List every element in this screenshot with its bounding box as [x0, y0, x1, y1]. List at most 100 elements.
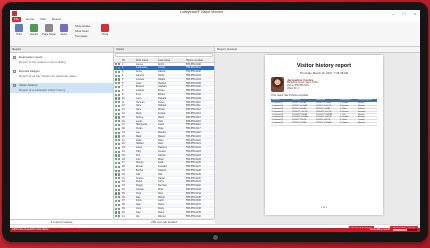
option-show-header[interactable]: Show header: [75, 25, 90, 28]
visitor-grid-pane: Visitor ID First name Last name Phone nu…: [114, 47, 215, 219]
badge-icon: [118, 63, 121, 66]
status-left: Click here to search more items: [12, 228, 49, 231]
badge-icon: [118, 124, 121, 127]
cell: Ida: [136, 214, 140, 218]
badge-icon: [118, 200, 121, 203]
status-icon: [115, 169, 118, 172]
close-preview-button[interactable]: Close: [98, 24, 112, 42]
column-first-name[interactable]: First name: [136, 59, 148, 62]
visitor-detail: Marketing Group, Sales, Office: [287, 82, 319, 84]
report-checkbox[interactable]: [13, 84, 16, 87]
badge-icon: [118, 169, 121, 172]
zoom-button[interactable]: Zoom: [57, 24, 71, 42]
column-phone[interactable]: Phone number: [186, 59, 203, 62]
status-icon: [115, 97, 118, 100]
export-button[interactable]: Export: [27, 24, 41, 42]
maximize-icon[interactable]: □: [399, 10, 409, 17]
report-checkbox[interactable]: [13, 56, 16, 59]
zoom-icon: [60, 24, 68, 32]
badge-icon: [118, 112, 121, 115]
badge-icon: [118, 203, 121, 207]
close-icon[interactable]: ×: [410, 10, 420, 17]
status-icon: [115, 162, 118, 165]
badge-icon: [118, 162, 121, 165]
close-preview-icon: [101, 24, 109, 32]
status-icon: [115, 200, 118, 203]
tablet-frame: Lobbytrack® Visitor Monitor – □ × File H…: [2, 2, 428, 242]
app-icon: [12, 11, 17, 16]
search-input[interactable]: [115, 53, 213, 57]
page-setup-button[interactable]: Page Setup: [42, 24, 56, 42]
status-icon: [115, 158, 118, 161]
badge-icon: [118, 70, 121, 74]
badge-icon: [118, 116, 121, 119]
status-icon: [115, 116, 118, 119]
badge-icon: [118, 101, 121, 104]
visits-table-row: Corporate HQ 3/9/2017 9:15 AM 3/9/2017 10:…: [271, 122, 377, 126]
badge-icon: [118, 165, 121, 169]
status-icon: [115, 181, 118, 184]
option-two-pages[interactable]: Two pages: [75, 35, 88, 38]
status-icon: [115, 211, 118, 214]
status-icon: [115, 93, 118, 96]
report-title: Visitor history report: [296, 63, 352, 69]
progress-fill: [393, 229, 408, 231]
cell: Meeting: [358, 122, 365, 124]
badge-icon: [118, 97, 121, 100]
print-button[interactable]: Print: [12, 24, 26, 42]
reports-pane-header: Report: [10, 47, 113, 53]
report-note: This visitor has 8 visits recorded.: [271, 94, 309, 97]
export-icon: [30, 24, 38, 32]
badge-icon: [118, 105, 121, 108]
status-icon: [115, 74, 118, 77]
option-show-footer[interactable]: Show footer: [75, 30, 89, 33]
cell: Warner: [158, 214, 166, 218]
minimize-icon[interactable]: –: [388, 10, 398, 17]
visitor-detail: Phone: 555-555-0101: [287, 85, 310, 87]
badge-icon: [118, 135, 121, 138]
badge-icon: [118, 82, 121, 85]
badge-icon: [118, 154, 121, 157]
status-icon: [115, 127, 118, 131]
badge-icon: [118, 108, 121, 112]
badge-icon: [118, 207, 121, 210]
cell: R. Hudson: [340, 122, 349, 124]
status-icon: [115, 86, 118, 89]
visitor-photo: [271, 77, 284, 92]
badge-icon: [118, 139, 121, 142]
status-icon: [115, 139, 118, 142]
badge-icon: [118, 131, 121, 134]
status-icon: [115, 63, 118, 66]
status-icon: [115, 146, 118, 150]
status-icon: [115, 105, 118, 108]
status-icon: [115, 131, 118, 134]
badge-icon: [118, 143, 121, 146]
badge-icon: [118, 127, 121, 131]
report-checkbox[interactable]: [13, 70, 16, 73]
badge-icon: [118, 158, 121, 161]
progress-bar: [393, 229, 417, 231]
report-item-desc: Report of a particular visitor history: [10, 88, 113, 93]
badge-icon: [118, 173, 121, 176]
badge-icon: [118, 184, 121, 188]
status-icon: [115, 188, 118, 191]
report-page: Visitor history report Thursday, March 1…: [265, 55, 383, 215]
screen: Lobbytrack® Visitor Monitor – □ × File H…: [10, 10, 420, 232]
status-icon: [115, 124, 118, 127]
report-date: Thursday, March 10, 2017, 7:25:48 AM: [299, 71, 349, 75]
report-item-desc: Report of the visitors in the building: [19, 60, 66, 64]
badge-icon: [118, 146, 121, 150]
status-icon: [115, 112, 118, 115]
badge-icon: [118, 78, 121, 81]
column-last-name[interactable]: Last name: [158, 59, 170, 62]
badge-icon: [118, 120, 121, 123]
badge-icon: [118, 211, 121, 214]
badge-icon: [118, 86, 121, 89]
badge-icon: [118, 215, 121, 218]
page-number: 1 of 1: [321, 206, 327, 209]
status-icon: [115, 154, 118, 157]
status-icon: [115, 177, 118, 180]
window-title: Lobbytrack® Visitor Monitor: [180, 10, 223, 14]
column-id[interactable]: ID: [122, 59, 125, 62]
badge-icon: [118, 196, 121, 199]
